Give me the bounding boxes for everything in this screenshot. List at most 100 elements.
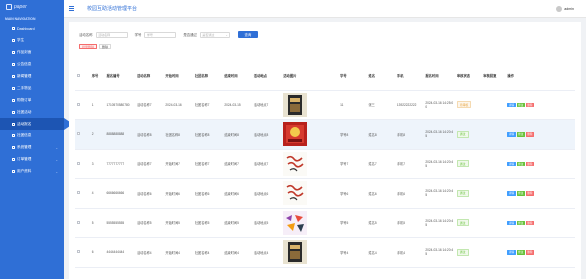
cell-ops: 详情 修改 删除 (505, 208, 575, 238)
cell-club: 社团名称6 (192, 178, 223, 209)
sidebar-item-7[interactable]: 社团活动 (0, 106, 64, 118)
detail-button[interactable]: 详情 (507, 220, 516, 225)
edit-button[interactable]: 修改 (516, 132, 525, 137)
app-logo[interactable]: paper (0, 0, 64, 14)
column-header: 结束时间 (222, 62, 252, 91)
table-row[interactable]: 1 1710570580780 活动名称7 2024-03-16 社团名称7 2024-0… (75, 90, 575, 120)
activity-name-input[interactable]: 活动名称 (95, 31, 128, 38)
column-header: 社团名称 (192, 62, 223, 91)
edit-button[interactable]: 修改 (516, 250, 525, 255)
detail-button[interactable]: 详情 (507, 161, 516, 166)
cell-place: 活动地点7 (251, 149, 282, 179)
table-row[interactable]: 5 5555555555 活动名称5 开始时间5 社团名称5 结束时间5 活动地点5 学号5 姓… (75, 208, 575, 238)
detail-button[interactable]: 详情 (507, 250, 516, 255)
sidebar-item-1[interactable]: 学生 (0, 35, 64, 47)
edit-button[interactable]: 修改 (516, 161, 525, 166)
table-row[interactable]: 4 6666666666 活动名称6 开始时间6 社团名称6 结束时间6 活动地点6 学号6 姓… (75, 178, 575, 209)
sidebar-item-6[interactable]: 购物订单 (0, 94, 64, 106)
sidebar-item-label: 社团信息 (17, 133, 32, 138)
row-checkbox[interactable] (77, 220, 80, 224)
cell-status: 通过 (454, 237, 482, 268)
row-delete-button[interactable]: 删除 (525, 102, 534, 107)
cell-start: 2024-03-16 (163, 90, 193, 120)
cell-place: 活动地点7 (251, 90, 282, 120)
cell-start: 开始时间7 (163, 149, 193, 179)
detail-button[interactable]: 详情 (507, 191, 516, 196)
user-icon (12, 39, 15, 43)
row-delete-button[interactable]: 删除 (525, 191, 534, 196)
sidebar-item-label: 公告信息 (17, 62, 32, 67)
table-header-row: 序号 报名编号 活动名称 开始时间 社团名称 结束时间 活动地点 活动图片 学号 姓名 手机 报名时间… (75, 62, 575, 91)
select-all-checkbox[interactable] (77, 73, 80, 77)
cell-club: 社团名称7 (192, 90, 223, 120)
sidebar-item-0[interactable]: Dashboard (0, 23, 64, 35)
menu-toggle-icon[interactable] (69, 6, 74, 11)
app-title: 校园互助活动管理平台 (87, 6, 138, 12)
cell-student: 学号5 (338, 208, 367, 238)
activity-image[interactable] (283, 92, 308, 117)
sidebar-item-label: Dashboard (17, 26, 35, 31)
edit-button[interactable]: 修改 (516, 220, 525, 225)
row-checkbox[interactable] (77, 250, 80, 254)
activity-image[interactable] (283, 122, 308, 147)
table-row[interactable]: 6 4444444444 活动名称4 开始时间4 社团名称4 结束时间4 活动地点4 学号4 姓… (75, 237, 575, 268)
cell-time: 2024-03-16 14:20:45 (423, 119, 455, 150)
cell-id: 1710570580780 (104, 90, 135, 120)
sidebar-item-3[interactable]: 公告信息 (0, 59, 64, 71)
delete-button[interactable]: 删除 (99, 44, 112, 49)
cell-realname: 姓名8 (366, 119, 395, 150)
edit-button[interactable]: 修改 (516, 191, 525, 196)
activity-image[interactable] (283, 151, 308, 176)
cell-status: 通过 (454, 149, 482, 179)
row-checkbox[interactable] (77, 132, 80, 136)
search-button[interactable]: 查询 (237, 31, 258, 38)
box-icon (12, 86, 15, 90)
sidebar-item-10[interactable]: 系统管理 ⌄ (0, 142, 64, 154)
cell-time: 2024-03-16 14:25:00 (423, 90, 455, 120)
cell-no: 4 (89, 178, 105, 209)
activity-image[interactable] (283, 210, 308, 235)
cell-time: 2024-03-16 14:20:45 (423, 178, 455, 209)
row-delete-button[interactable]: 删除 (525, 132, 534, 137)
cell-name: 活动名称7 (134, 149, 164, 179)
table-row[interactable]: 2 8888888888 活动名称8 社团名称8 社团名称8 结束时间8 活动地点8 学号8 姓… (75, 119, 575, 150)
status-badge: 通过 (456, 219, 469, 227)
activity-image[interactable] (283, 240, 308, 265)
sidebar-item-12[interactable]: 用户资料 ⌄ (0, 166, 64, 178)
cell-realname: 姓名6 (366, 178, 395, 209)
cell-name: 活动名称7 (134, 90, 164, 120)
activity-image[interactable] (283, 181, 308, 206)
row-checkbox[interactable] (77, 102, 80, 106)
action-bar: 批量删除 删除 (79, 44, 112, 49)
column-header: 活动图片 (281, 62, 339, 91)
user-menu[interactable]: admin (556, 5, 574, 12)
cell-reply (481, 90, 506, 120)
row-delete-button[interactable]: 删除 (525, 250, 534, 255)
row-actions: 详情 修改 删除 (507, 220, 575, 225)
row-checkbox[interactable] (77, 161, 80, 165)
sidebar-item-11[interactable]: 订单管理 ⌄ (0, 154, 64, 166)
chevron-down-icon: ⌄ (225, 32, 228, 37)
sidebar-item-8[interactable]: 活动报名 (0, 118, 73, 131)
row-checkbox[interactable] (77, 191, 80, 195)
batch-delete-button[interactable]: 批量删除 (79, 44, 98, 49)
person-icon (12, 122, 15, 126)
detail-button[interactable]: 详情 (507, 132, 516, 137)
sidebar-item-4[interactable]: 新闻管理 (0, 71, 64, 83)
sidebar-item-label: 购物订单 (17, 97, 32, 102)
sidebar-item-9[interactable]: 社团信息 (0, 130, 64, 142)
edit-button[interactable]: 修改 (516, 102, 525, 107)
sidebar-item-5[interactable]: 二手物品 (0, 82, 64, 94)
audit-select[interactable]: 是否通过 ⌄ (199, 31, 230, 38)
select-all-header[interactable] (75, 62, 90, 91)
sidebar-item-2[interactable]: 作品封面 (0, 47, 64, 59)
cell-ops: 详情 修改 删除 (505, 90, 575, 120)
student-id-input[interactable]: 学号 (144, 31, 177, 38)
row-actions: 详情 修改 删除 (507, 161, 575, 166)
table-row[interactable]: 3 7777777777 活动名称7 开始时间7 社团名称7 结束时间7 活动地点7 学号7 姓… (75, 149, 575, 179)
row-delete-button[interactable]: 删除 (525, 161, 534, 166)
bell-icon (12, 63, 15, 67)
row-delete-button[interactable]: 删除 (525, 220, 534, 225)
news-icon (12, 75, 15, 78)
detail-button[interactable]: 详情 (507, 102, 516, 107)
